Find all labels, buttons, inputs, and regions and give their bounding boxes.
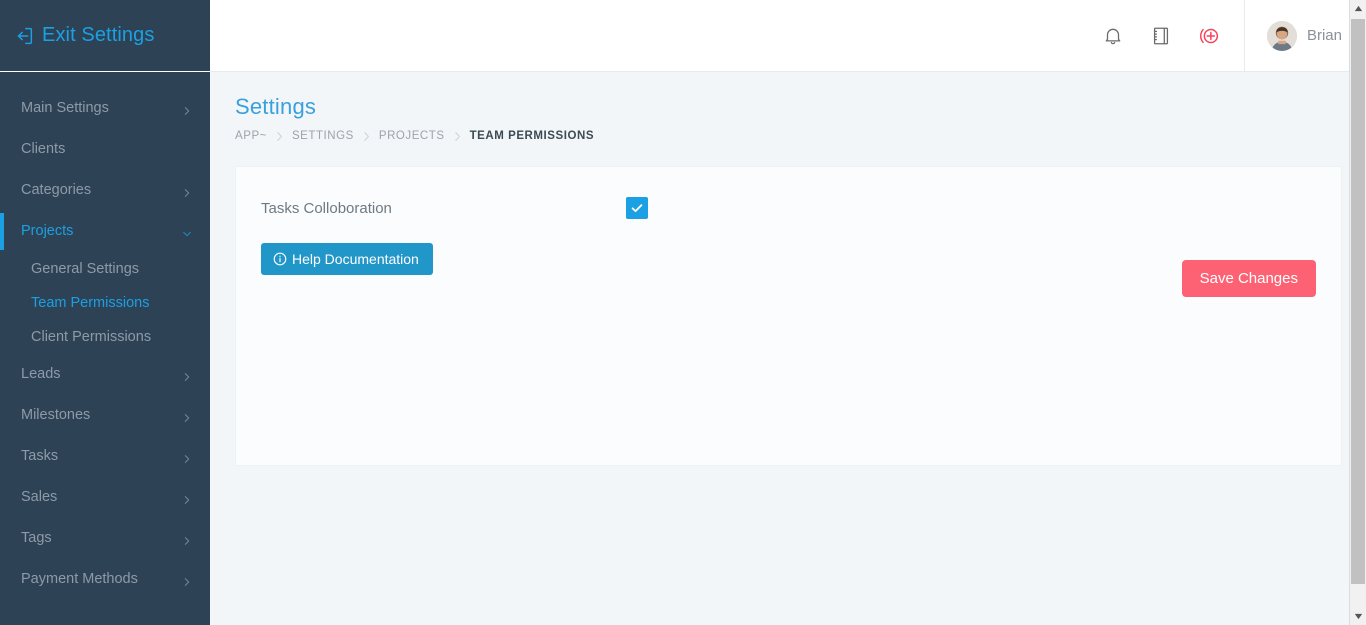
sidebar-item-label: Categories	[21, 183, 91, 198]
exit-icon	[13, 25, 35, 47]
sidebar-nav: Main Settings Clients Categories	[0, 72, 210, 600]
chevron-right-icon	[182, 452, 192, 462]
setting-label: Tasks Colloboration	[261, 200, 626, 217]
sidebar-item-label: Projects	[21, 224, 73, 239]
scroll-down-arrow-icon[interactable]	[1350, 608, 1366, 625]
sidebar-subitem-label: General Settings	[31, 261, 139, 277]
chevron-right-icon	[182, 104, 192, 114]
sidebar-subitem-label: Team Permissions	[31, 295, 149, 311]
notification-bell-icon[interactable]	[1100, 23, 1126, 49]
chevron-down-icon	[182, 227, 192, 237]
breadcrumb-item-projects[interactable]: PROJECTS	[379, 130, 445, 142]
chevron-right-icon	[454, 131, 461, 142]
sidebar-item-label: Payment Methods	[21, 572, 138, 587]
sidebar-item-categories[interactable]: Categories	[0, 170, 210, 211]
sidebar-item-projects[interactable]: Projects	[0, 211, 210, 252]
sidebar-item-milestones[interactable]: Milestones	[0, 395, 210, 436]
save-changes-button[interactable]: Save Changes	[1182, 260, 1316, 297]
topbar: Brian	[210, 0, 1366, 72]
sidebar-item-label: Tasks	[21, 449, 58, 464]
sidebar-item-label: Tags	[21, 531, 52, 546]
topbar-icon-group	[1100, 23, 1244, 49]
exit-settings-button[interactable]: Exit Settings	[0, 0, 210, 72]
breadcrumb-item-team-permissions: TEAM PERMISSIONS	[470, 130, 594, 142]
sidebar-subitem-general-settings[interactable]: General Settings	[0, 252, 210, 286]
sidebar-item-tasks[interactable]: Tasks	[0, 436, 210, 477]
chevron-right-icon	[182, 186, 192, 196]
sidebar-item-main-settings[interactable]: Main Settings	[0, 88, 210, 129]
sidebar-subitem-client-permissions[interactable]: Client Permissions	[0, 320, 210, 354]
tasks-collaboration-checkbox[interactable]	[626, 197, 648, 219]
page-scrollbar[interactable]	[1349, 0, 1366, 625]
content-area: Settings APP~ SETTINGS PROJECTS	[210, 72, 1366, 625]
sidebar-item-label: Clients	[21, 142, 65, 157]
sidebar-item-leads[interactable]: Leads	[0, 354, 210, 395]
chevron-right-icon	[182, 411, 192, 421]
main-area: Brian Settings APP~ SETTINGS PRO	[210, 0, 1366, 625]
sidebar-item-payment-methods[interactable]: Payment Methods	[0, 559, 210, 600]
chevron-right-icon	[182, 370, 192, 380]
sidebar-subitem-team-permissions[interactable]: Team Permissions	[0, 286, 210, 320]
sidebar-item-clients[interactable]: Clients	[0, 129, 210, 170]
user-name-label: Brian	[1307, 27, 1342, 44]
add-circle-icon[interactable]	[1196, 23, 1222, 49]
breadcrumb: APP~ SETTINGS PROJECTS	[235, 130, 1342, 142]
chevron-right-icon	[276, 131, 283, 142]
exit-settings-label: Exit Settings	[42, 24, 154, 47]
info-icon	[273, 252, 287, 266]
sidebar-item-label: Milestones	[21, 408, 90, 423]
chevron-right-icon	[182, 534, 192, 544]
save-changes-label: Save Changes	[1200, 270, 1298, 287]
scrollbar-track[interactable]	[1350, 17, 1366, 608]
scrollbar-thumb[interactable]	[1351, 19, 1365, 584]
breadcrumb-item-app[interactable]: APP~	[235, 130, 267, 142]
user-menu[interactable]: Brian	[1244, 0, 1366, 72]
sidebar-subitem-label: Client Permissions	[31, 329, 151, 345]
breadcrumb-item-settings[interactable]: SETTINGS	[292, 130, 354, 142]
settings-sidebar: Exit Settings Main Settings Clients Cate…	[0, 0, 210, 625]
sidebar-item-label: Main Settings	[21, 101, 109, 116]
chevron-right-icon	[182, 493, 192, 503]
scroll-up-arrow-icon[interactable]	[1350, 0, 1366, 17]
app-root: Exit Settings Main Settings Clients Cate…	[0, 0, 1366, 625]
notebook-icon[interactable]	[1148, 23, 1174, 49]
chevron-right-icon	[363, 131, 370, 142]
page-title: Settings	[235, 94, 1342, 120]
sidebar-item-label: Leads	[21, 367, 61, 382]
setting-row-tasks-collaboration: Tasks Colloboration	[261, 197, 1316, 219]
sidebar-item-label: Sales	[21, 490, 57, 505]
help-documentation-button[interactable]: Help Documentation	[261, 243, 433, 275]
help-documentation-label: Help Documentation	[292, 251, 419, 267]
sidebar-item-tags[interactable]: Tags	[0, 518, 210, 559]
sidebar-item-sales[interactable]: Sales	[0, 477, 210, 518]
chevron-right-icon	[182, 575, 192, 585]
settings-card: Tasks Colloboration	[235, 166, 1342, 466]
avatar	[1267, 21, 1297, 51]
